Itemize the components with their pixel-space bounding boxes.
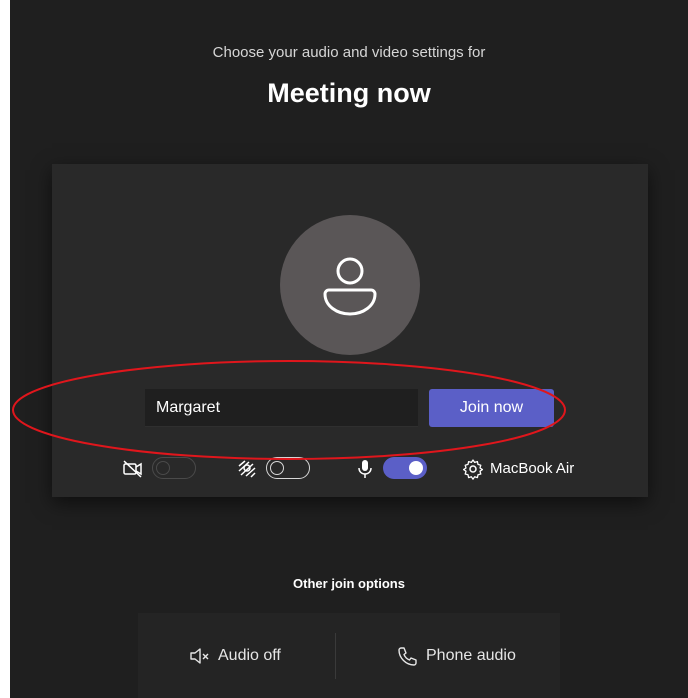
audio-off-option[interactable]: Audio off (188, 643, 281, 669)
phone-audio-label: Phone audio (426, 647, 516, 664)
microphone-icon (358, 460, 372, 478)
phone-audio-option[interactable]: Phone audio (396, 643, 516, 669)
other-join-options-heading: Other join options (293, 576, 405, 591)
background-effects-toggle[interactable] (266, 457, 310, 479)
speaker-off-icon (190, 648, 209, 664)
name-input[interactable] (145, 389, 418, 427)
phone-icon (398, 647, 417, 666)
other-join-options: Audio off Phone audio (138, 613, 560, 698)
device-settings-label[interactable]: MacBook Air (490, 460, 574, 477)
microphone-toggle[interactable] (383, 457, 427, 479)
settings-prompt: Choose your audio and video settings for (212, 44, 486, 61)
options-divider (335, 633, 336, 679)
camera-off-icon (123, 460, 142, 478)
join-now-button[interactable]: Join now (429, 389, 554, 427)
background-blur-icon (238, 460, 256, 478)
preview-card: Join now (52, 164, 648, 497)
audio-off-label: Audio off (218, 647, 281, 664)
gear-icon[interactable] (462, 458, 484, 480)
meeting-title: Meeting now (267, 78, 431, 108)
camera-toggle[interactable] (152, 457, 196, 479)
person-icon (323, 257, 377, 316)
avatar (280, 215, 420, 355)
device-controls: MacBook Air (52, 454, 648, 484)
prejoin-screen: Choose your audio and video settings for… (10, 0, 688, 698)
